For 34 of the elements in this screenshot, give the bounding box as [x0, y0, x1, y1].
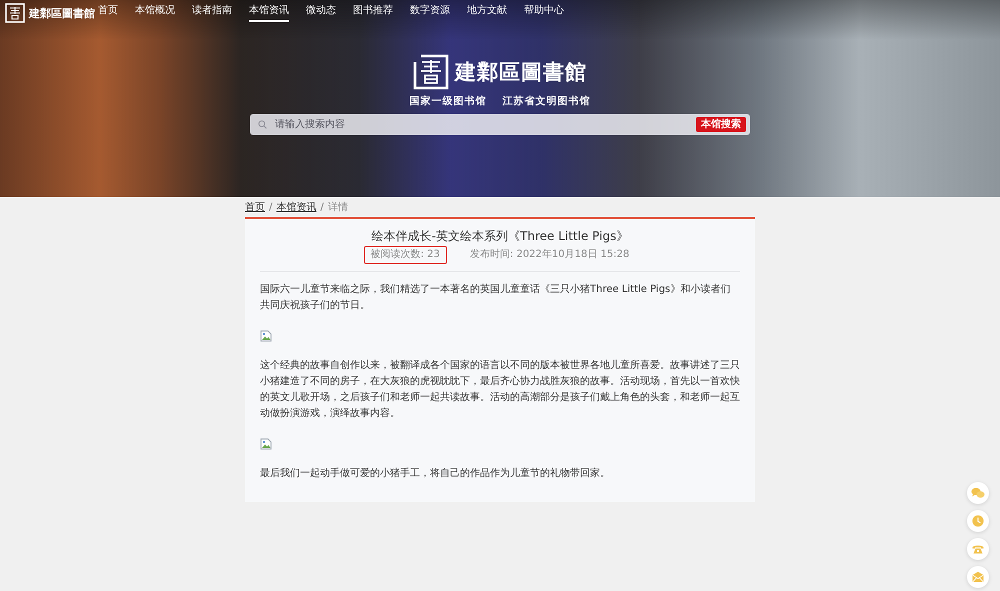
nav-link[interactable]: 微动态: [306, 4, 336, 22]
motto-text: 国家一级图书馆: [410, 96, 486, 108]
seal-logo-icon[interactable]: [5, 3, 25, 23]
broken-image-icon: [260, 330, 272, 342]
breadcrumb-current: 详情: [328, 202, 348, 214]
nav-link[interactable]: 图书推荐: [353, 4, 393, 22]
search-icon: [258, 120, 267, 129]
breadcrumb-separator: /: [269, 202, 272, 214]
nav-link[interactable]: 读者指南: [192, 4, 232, 22]
motto-text: 江苏省文明图书馆: [502, 96, 590, 108]
nav-link[interactable]: 数字资源: [410, 4, 450, 22]
broken-image-icon: [260, 438, 272, 450]
article-meta: 发布时间: 2022年10月18日 15:28: [468, 248, 630, 262]
article-meta: 被阅读次数: 23: [364, 246, 447, 264]
article-title: 绘本伴成长-英文绘本系列《Three Little Pigs》: [370, 228, 630, 244]
nav-link[interactable]: 本馆概况: [135, 4, 175, 22]
search-button[interactable]: 本馆搜索: [696, 117, 746, 132]
nav-link[interactable]: 帮助中心: [524, 4, 564, 22]
nav-link[interactable]: 地方文献: [467, 4, 507, 22]
telephone-icon[interactable]: [967, 538, 989, 560]
clock-icon[interactable]: [967, 510, 989, 532]
chat-bubbles-icon[interactable]: [967, 482, 989, 504]
nav-link[interactable]: 首页: [98, 4, 118, 22]
nav-link[interactable]: 本馆资讯: [249, 4, 289, 22]
library-name: 建鄴區圖書館: [455, 58, 587, 86]
breadcrumb-separator: /: [320, 202, 324, 214]
article-paragraph: 国际六一儿童节来临之际，我们精选了一本著名的英国儿童童话《三只小猪Three Little Pigs》和小读者们共同庆祝孩子们的节日。: [260, 282, 732, 313]
breadcrumb-link[interactable]: 本馆资讯: [276, 202, 316, 214]
article-paragraph: 最后我们一起动手做可爱的小猪手工，将自己的作品作为儿童节的礼物带回家。: [260, 466, 610, 481]
library-name[interactable]: 建鄴區圖書館: [29, 6, 95, 20]
envelope-icon[interactable]: [967, 566, 989, 588]
breadcrumb-link[interactable]: 首页: [245, 202, 265, 214]
seal-logo-icon: [413, 54, 449, 90]
article-paragraph: 这个经典的故事自创作以来，被翻译成各个国家的语言以不同的版本被世界各地儿童所喜爱。故事讲述了三只小猪建造了不同的房子，在大灰狼的虎视眈眈下，最后齐心协力战胜灰狼的故事。活动现场，首先以一首欢快的英文儿歌开场，之后孩子们和老师一起共读故事。活动的高潮部分是孩子们戴上角色的头套，和老师一起互动做扮演游戏，演绎故事内容。: [260, 358, 740, 421]
